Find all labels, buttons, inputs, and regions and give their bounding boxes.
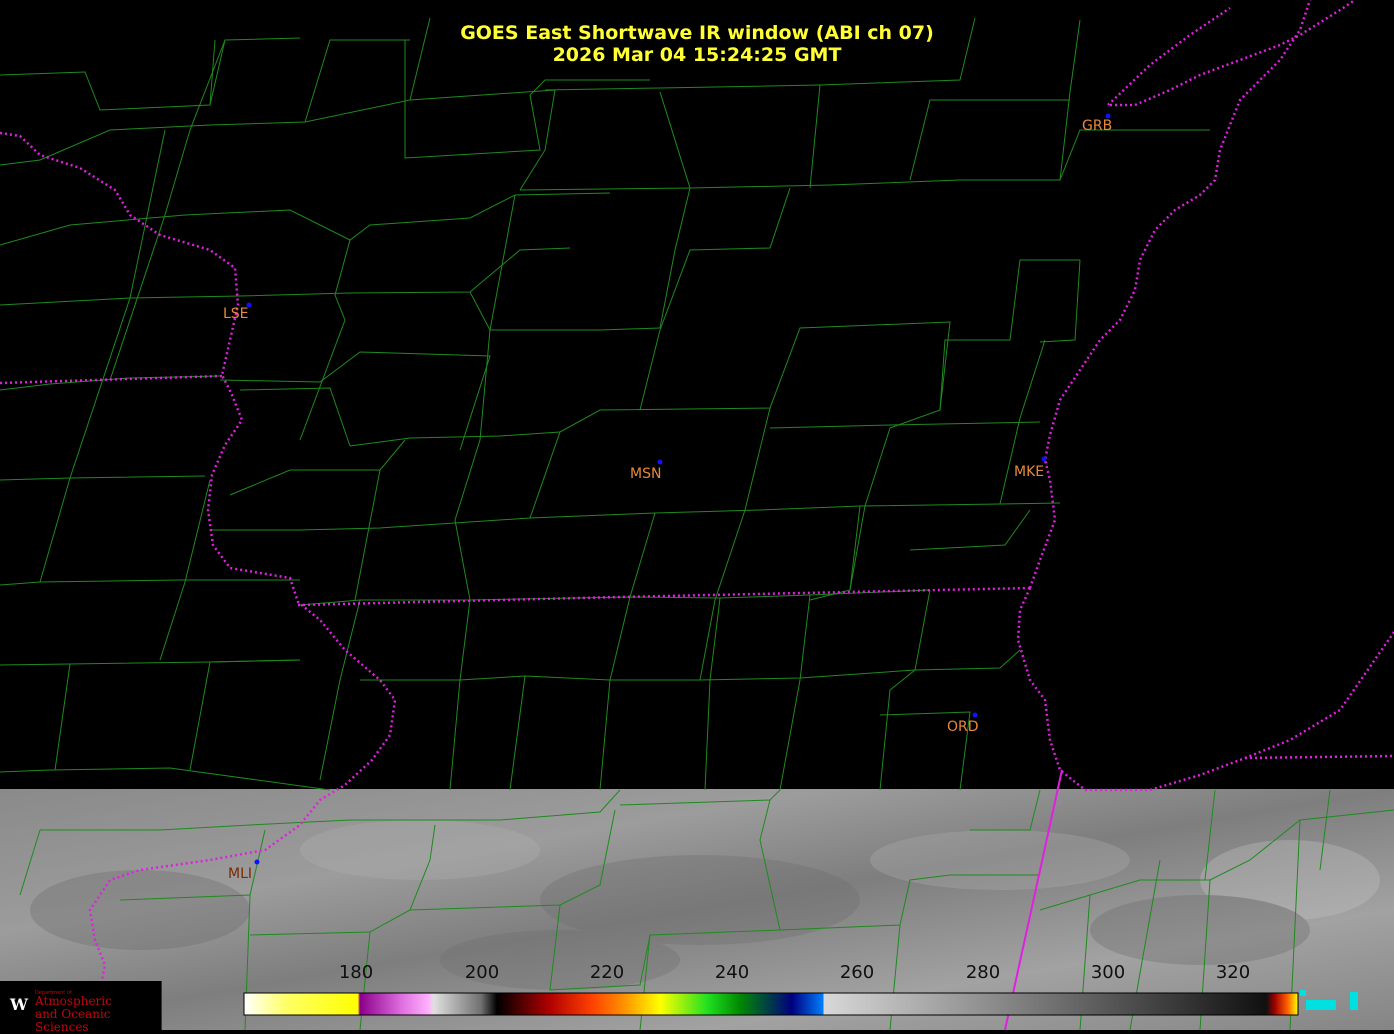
logo-line2: and Oceanic Sciences [35, 1007, 111, 1034]
colorbar-tick: 240 [714, 962, 750, 983]
station-label-ord: ORD [947, 719, 979, 735]
station-label-grb: GRB [1082, 118, 1113, 134]
station-label-mke: MKE [1014, 464, 1045, 480]
station-label-lse: LSE [223, 306, 249, 322]
uw-crest-letter: W [10, 995, 28, 1014]
map-timestamp: 2026 Mar 04 15:24:25 GMT [552, 44, 842, 66]
colorbar-tick: 280 [965, 962, 1001, 983]
colorbar-tick: 180 [338, 962, 374, 983]
colorbar-tick: 200 [464, 962, 500, 983]
colorbar-tick: 300 [1090, 962, 1126, 983]
colorbar-tick: 260 [839, 962, 875, 983]
aos-logo: W Department of Atmospheric and Oceanic … [0, 981, 162, 1034]
colorbar-tick: 320 [1215, 962, 1251, 983]
colorbar-tick: 220 [589, 962, 625, 983]
colorbar [243, 992, 1299, 1016]
map-title: GOES East Shortwave IR window (ABI ch 07… [460, 22, 934, 44]
satellite-map [0, 0, 1394, 1030]
station-label-mli: MLI [228, 866, 253, 882]
station-label-msn: MSN [630, 466, 662, 482]
